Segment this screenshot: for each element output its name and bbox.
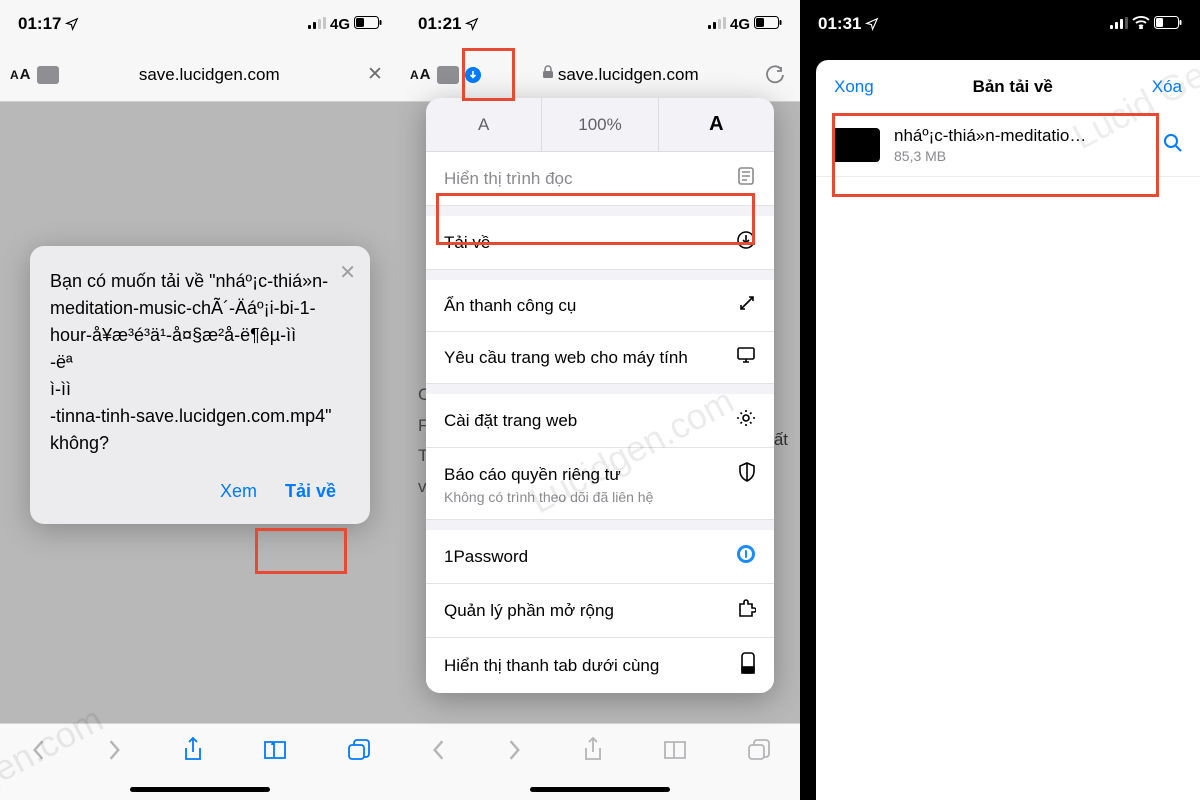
status-time: 01:21	[418, 14, 461, 34]
phone-1: 01:17 4G AA save.lucidgen.com ✕	[0, 0, 400, 800]
menu-label: Cài đặt trang web	[444, 411, 577, 431]
expand-icon	[738, 294, 756, 317]
menu-hide-toolbar[interactable]: Ẩn thanh công cụ	[426, 280, 774, 332]
back-icon[interactable]	[29, 739, 47, 766]
puzzle-icon	[736, 598, 756, 623]
location-icon	[465, 17, 479, 31]
home-indicator	[400, 781, 800, 800]
url-bar[interactable]: AA save.lucidgen.com	[400, 48, 800, 102]
safari-toolbar	[400, 723, 800, 781]
file-size: 85,3 MB	[894, 148, 1148, 164]
download-item[interactable]: nháº¡c-thiá»n-meditatio… 85,3 MB	[816, 114, 1200, 177]
url-text: save.lucidgen.com	[139, 65, 280, 85]
menu-site-settings[interactable]: Cài đặt trang web	[426, 394, 774, 448]
share-icon[interactable]	[182, 737, 204, 768]
close-icon[interactable]: ✕	[339, 260, 356, 285]
desktop-icon	[736, 346, 756, 369]
home-indicator	[0, 781, 400, 800]
wifi-icon	[1132, 16, 1150, 33]
shield-icon	[738, 462, 756, 487]
menu-desktop-site[interactable]: Yêu cầu trang web cho máy tính	[426, 332, 774, 384]
status-bar: 01:31	[800, 0, 1200, 48]
peek-text: ất	[774, 430, 788, 450]
share-icon[interactable]	[582, 737, 604, 768]
extension-icon[interactable]	[437, 66, 459, 84]
file-thumbnail	[832, 128, 880, 162]
signal-icon	[708, 16, 726, 33]
battery-icon	[354, 16, 382, 33]
tabs-icon[interactable]	[347, 739, 371, 766]
zoom-out-button[interactable]: A	[426, 98, 542, 151]
menu-reader[interactable]: Hiển thị trình đọc	[426, 152, 774, 206]
menu-label: Hiển thị trình đọc	[444, 169, 573, 189]
location-icon	[65, 17, 79, 31]
menu-label: Tải về	[444, 233, 490, 253]
forward-icon[interactable]	[106, 739, 124, 766]
menu-label: Ẩn thanh công cụ	[444, 296, 576, 316]
extension-icon[interactable]	[37, 66, 59, 84]
phone-2: 01:21 4G AA save.lucidgen.com C F T v ất	[400, 0, 800, 800]
signal-icon	[308, 16, 326, 33]
reader-icon	[736, 166, 756, 191]
status-time: 01:17	[18, 14, 61, 34]
forward-icon[interactable]	[506, 739, 524, 766]
menu-sublabel: Không có trình theo dõi đã liên hệ	[444, 489, 653, 505]
url-bar[interactable]: AA save.lucidgen.com ✕	[0, 48, 400, 102]
zoom-level: 100%	[542, 98, 658, 151]
clear-button[interactable]: Xóa	[1152, 77, 1182, 97]
bookmarks-icon[interactable]	[262, 739, 288, 766]
done-button[interactable]: Xong	[834, 77, 874, 97]
network-label: 4G	[330, 16, 350, 33]
menu-tabbar-bottom[interactable]: Hiển thị thanh tab dưới cùng	[426, 638, 774, 693]
back-icon[interactable]	[429, 739, 447, 766]
download-prompt-dialog: ✕ Bạn có muốn tải về "nháº¡c-thiá»n-medi…	[30, 246, 370, 524]
download-circle-icon	[736, 230, 756, 255]
status-bar: 01:17 4G	[0, 0, 400, 48]
view-button[interactable]: Xem	[206, 475, 271, 508]
phone-bottom-icon	[740, 652, 756, 679]
text-size-icon[interactable]: AA	[410, 66, 431, 83]
network-label: 4G	[730, 16, 750, 33]
phone-3: 01:31 Xong Bản tải về Xóa nháº¡c-thiá»n-…	[800, 0, 1200, 800]
downloads-sheet: Xong Bản tải về Xóa nháº¡c-thiá»n-medita…	[816, 60, 1200, 800]
menu-label: 1Password	[444, 547, 528, 567]
zoom-row: A 100% A	[426, 98, 774, 152]
bookmarks-icon[interactable]	[662, 739, 688, 766]
refresh-icon[interactable]	[760, 65, 790, 85]
zoom-in-button[interactable]: A	[659, 98, 774, 151]
menu-1password[interactable]: 1Password	[426, 530, 774, 584]
menu-label: Hiển thị thanh tab dưới cùng	[444, 656, 659, 676]
safari-toolbar	[0, 723, 400, 781]
file-name: nháº¡c-thiá»n-meditatio…	[894, 126, 1148, 146]
downloads-title: Bản tải về	[973, 77, 1053, 97]
status-bar: 01:21 4G	[400, 0, 800, 48]
downloads-header: Xong Bản tải về Xóa	[816, 60, 1200, 114]
url-text: save.lucidgen.com	[558, 65, 699, 85]
status-time: 01:31	[818, 14, 861, 34]
dialog-message: Bạn có muốn tải về "nháº¡c-thiá»n-medita…	[50, 268, 350, 457]
download-button[interactable]: Tải về	[271, 475, 350, 508]
tabs-icon[interactable]	[747, 739, 771, 766]
reveal-in-files-icon[interactable]	[1162, 132, 1184, 159]
location-icon	[865, 17, 879, 31]
battery-icon	[754, 16, 782, 33]
text-size-icon[interactable]: AA	[10, 66, 31, 83]
battery-icon	[1154, 16, 1182, 33]
signal-icon	[1110, 16, 1128, 33]
lock-icon	[542, 65, 554, 84]
url-field[interactable]: save.lucidgen.com	[487, 65, 754, 85]
clear-url-icon[interactable]: ✕	[360, 63, 390, 86]
menu-manage-extensions[interactable]: Quản lý phần mở rộng	[426, 584, 774, 638]
gear-icon	[736, 408, 756, 433]
menu-label: Quản lý phần mở rộng	[444, 601, 614, 621]
menu-downloads[interactable]: Tải về	[426, 216, 774, 270]
url-field[interactable]: save.lucidgen.com	[65, 65, 354, 85]
onepassword-icon	[736, 544, 756, 569]
menu-label: Yêu cầu trang web cho máy tính	[444, 348, 688, 368]
download-badge-icon[interactable]	[465, 67, 481, 83]
menu-privacy-report[interactable]: Báo cáo quyền riêng tư Không có trình th…	[426, 448, 774, 520]
page-menu-sheet: A 100% A Hiển thị trình đọc Tải về Ẩn th…	[426, 98, 774, 693]
menu-label: Báo cáo quyền riêng tư	[444, 465, 621, 485]
